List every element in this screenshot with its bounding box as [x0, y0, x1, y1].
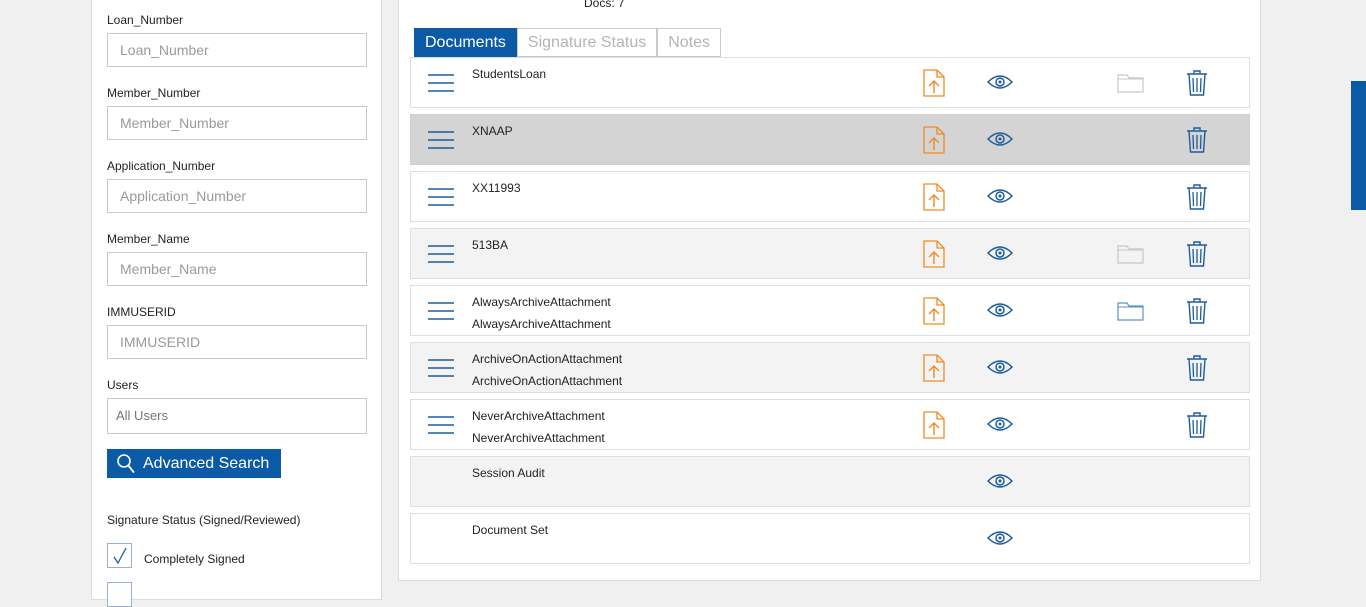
upload-icon[interactable]: [923, 354, 945, 382]
upload-icon[interactable]: [923, 240, 945, 268]
document-subname: NeverArchiveAttachment: [472, 431, 605, 445]
eye-icon[interactable]: [987, 415, 1013, 433]
users-select-value: All Users: [116, 408, 169, 423]
document-row[interactable]: NeverArchiveAttachment NeverArchiveAttac…: [410, 399, 1250, 450]
document-row[interactable]: AlwaysArchiveAttachment AlwaysArchiveAtt…: [410, 285, 1250, 336]
eye-icon[interactable]: [987, 244, 1013, 262]
tab-documents[interactable]: Documents: [414, 28, 517, 57]
search-icon: [117, 453, 135, 473]
eye-icon[interactable]: [987, 472, 1013, 490]
document-row[interactable]: 513BA: [410, 228, 1250, 279]
loan-number-label: Loan_Number: [107, 13, 184, 27]
checkmark-icon: [112, 547, 127, 564]
users-select[interactable]: All Users: [107, 398, 367, 434]
immuserid-label: IMMUSERID: [107, 305, 176, 319]
eye-icon[interactable]: [987, 301, 1013, 319]
eye-icon[interactable]: [987, 73, 1013, 91]
menu-icon[interactable]: [428, 359, 454, 377]
advanced-search-button[interactable]: Advanced Search: [107, 449, 281, 478]
document-subname: AlwaysArchiveAttachment: [472, 317, 611, 331]
tab-signature-status[interactable]: Signature Status: [516, 28, 658, 57]
eye-icon[interactable]: [987, 130, 1013, 148]
signature-status-title: Signature Status (Signed/Reviewed): [107, 513, 301, 527]
tab-notes[interactable]: Notes: [657, 28, 722, 57]
document-name: AlwaysArchiveAttachment: [472, 295, 611, 309]
document-row[interactable]: XNAAP: [410, 114, 1250, 165]
document-row[interactable]: ArchiveOnActionAttachment ArchiveOnActio…: [410, 342, 1250, 393]
document-row[interactable]: Document Set: [410, 513, 1250, 564]
member-number-input[interactable]: [107, 106, 367, 140]
application-number-input[interactable]: [107, 179, 367, 213]
menu-icon[interactable]: [428, 188, 454, 206]
document-name: StudentsLoan: [472, 67, 547, 81]
document-subname: ArchiveOnActionAttachment: [472, 374, 623, 388]
eye-icon[interactable]: [987, 529, 1013, 547]
trash-icon[interactable]: [1186, 183, 1208, 211]
document-name: ArchiveOnActionAttachment: [472, 352, 623, 366]
completely-signed-label: Completely Signed: [144, 552, 245, 566]
folder-icon[interactable]: [1117, 300, 1144, 321]
menu-icon[interactable]: [428, 131, 454, 149]
upload-icon[interactable]: [923, 183, 945, 211]
users-label: Users: [107, 378, 139, 392]
advanced-search-label: Advanced Search: [143, 454, 270, 472]
document-row[interactable]: StudentsLoan: [410, 57, 1250, 108]
member-name-label: Member_Name: [107, 232, 190, 246]
folder-icon[interactable]: [1117, 243, 1144, 264]
immuserid-input[interactable]: [107, 325, 367, 359]
document-name: XNAAP: [472, 124, 513, 138]
member-name-input[interactable]: [107, 252, 367, 286]
docs-count: Docs: 7: [584, 0, 625, 10]
trash-icon[interactable]: [1186, 297, 1208, 325]
menu-icon[interactable]: [428, 245, 454, 263]
folder-icon[interactable]: [1117, 72, 1144, 93]
completely-signed-checkbox[interactable]: [107, 543, 132, 568]
document-name: Document Set: [472, 523, 549, 537]
document-name: Session Audit: [472, 466, 545, 480]
tab-bar: Documents Signature Status Notes: [414, 28, 722, 57]
document-name: XX11993: [472, 181, 521, 195]
side-panel-tab[interactable]: [1351, 81, 1366, 210]
member-number-label: Member_Number: [107, 86, 201, 100]
document-row[interactable]: XX11993: [410, 171, 1250, 222]
upload-icon[interactable]: [923, 126, 945, 154]
upload-icon[interactable]: [923, 297, 945, 325]
menu-icon[interactable]: [428, 302, 454, 320]
upload-icon[interactable]: [923, 411, 945, 439]
trash-icon[interactable]: [1186, 354, 1208, 382]
loan-number-input[interactable]: [107, 33, 367, 67]
application-number-label: Application_Number: [107, 159, 216, 173]
trash-icon[interactable]: [1186, 126, 1208, 154]
document-name: 513BA: [472, 238, 509, 252]
documents-panel: Docs: 7 Documents Signature Status Notes…: [398, 0, 1261, 581]
upload-icon[interactable]: [923, 69, 945, 97]
second-status-checkbox[interactable]: [107, 582, 132, 607]
trash-icon[interactable]: [1186, 411, 1208, 439]
document-name: NeverArchiveAttachment: [472, 409, 605, 423]
eye-icon[interactable]: [987, 358, 1013, 376]
search-panel: Loan_Number Member_Number Application_Nu…: [91, 0, 382, 607]
trash-icon[interactable]: [1186, 69, 1208, 97]
menu-icon[interactable]: [428, 74, 454, 92]
eye-icon[interactable]: [987, 187, 1013, 205]
menu-icon[interactable]: [428, 416, 454, 434]
document-row[interactable]: Session Audit: [410, 456, 1250, 507]
trash-icon[interactable]: [1186, 240, 1208, 268]
